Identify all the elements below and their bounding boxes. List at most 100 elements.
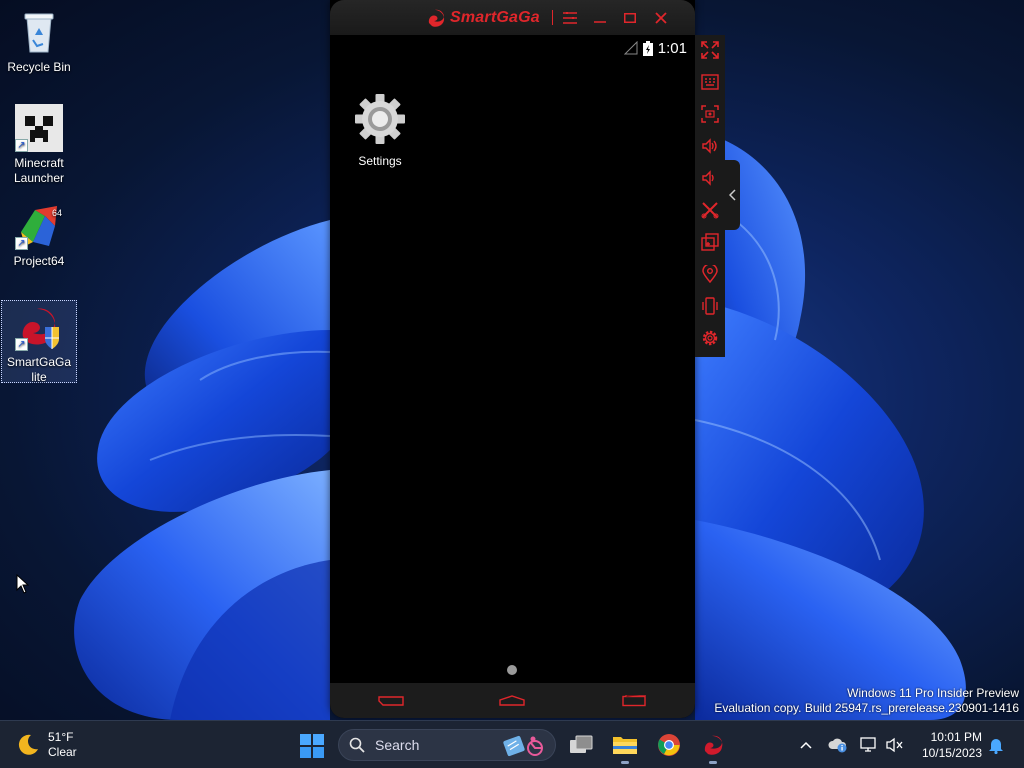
- taskbar-smartgaga[interactable]: [697, 729, 729, 764]
- volume-down-icon: [702, 170, 714, 186]
- taskbar: 51°F Clear Search 10:01 PM 10/15/2023: [0, 720, 1024, 768]
- settings-gear-icon: [702, 330, 718, 346]
- keyboard-button[interactable]: [698, 70, 722, 94]
- clock-date: 10/15/2023: [921, 746, 982, 760]
- mouse-cursor-icon: [16, 574, 30, 594]
- task-view-icon: [570, 735, 593, 753]
- screenshot-button[interactable]: [698, 102, 722, 126]
- multi-window-icon: [701, 233, 719, 251]
- home-button[interactable]: [497, 693, 527, 709]
- minimize-button[interactable]: [590, 8, 610, 28]
- maximize-button[interactable]: [620, 8, 640, 28]
- keyboard-icon: [701, 74, 719, 90]
- location-pin-icon: [702, 265, 718, 283]
- scissors-icon: [701, 202, 719, 219]
- search-highlight-icon: [503, 735, 543, 757]
- android-status-bar: 1:01: [623, 39, 687, 57]
- app-settings-label: Settings: [358, 154, 402, 168]
- folder-icon: [613, 737, 637, 754]
- search-icon: [349, 737, 365, 753]
- running-indicator: [621, 761, 629, 764]
- weather-temperature: 51°F: [48, 730, 74, 744]
- smartgaga-icon: ↗: [15, 303, 63, 351]
- shortcut-arrow-icon: ↗: [15, 237, 28, 250]
- vibrate-button[interactable]: [698, 294, 722, 318]
- volume-tray-button[interactable]: [885, 735, 905, 755]
- emulator-title: SmartGaGa: [450, 9, 540, 26]
- back-button[interactable]: [376, 693, 406, 709]
- volume-muted-icon: [886, 737, 903, 753]
- taskbar-chrome[interactable]: [653, 729, 685, 761]
- volume-down-button[interactable]: [698, 166, 722, 190]
- weather-description: Clear: [48, 745, 77, 759]
- desktop-icon-recycle-bin[interactable]: Recycle Bin: [1, 8, 77, 75]
- emulator-window[interactable]: SmartGaGa 1:01 Settings: [330, 0, 695, 718]
- sidebar-collapse-handle[interactable]: [725, 160, 740, 230]
- taskbar-search[interactable]: Search: [338, 729, 556, 761]
- back-icon: [378, 695, 404, 706]
- recycle-bin-icon: [15, 8, 63, 56]
- battery-charging-icon: [642, 40, 653, 56]
- minimize-icon: [594, 21, 606, 23]
- chevron-left-icon: [728, 189, 736, 201]
- start-button[interactable]: [299, 733, 325, 759]
- watermark-line1: Windows 11 Pro Insider Preview: [847, 686, 1019, 700]
- volume-up-button[interactable]: [698, 134, 722, 158]
- taskbar-clock[interactable]: 10:01 PM 10/15/2023: [912, 729, 982, 761]
- taskbar-file-explorer[interactable]: [609, 729, 641, 764]
- maximize-icon: [624, 13, 636, 23]
- network-tray-button[interactable]: [859, 735, 879, 755]
- recent-apps-icon: [622, 694, 647, 706]
- network-icon: [860, 737, 876, 752]
- emulator-sidebar: [695, 35, 725, 357]
- chevron-up-icon: [800, 741, 812, 749]
- chrome-icon: [658, 734, 680, 756]
- menu-button[interactable]: [560, 8, 580, 28]
- screenshot-icon: [701, 105, 719, 123]
- fullscreen-button[interactable]: [698, 38, 722, 62]
- app-settings[interactable]: Settings: [350, 93, 410, 168]
- onedrive-tray-button[interactable]: [828, 735, 848, 755]
- windows-evaluation-watermark: Windows 11 Pro Insider Preview Evaluatio…: [714, 686, 1019, 716]
- gear-icon: [355, 94, 405, 144]
- moon-icon: [18, 734, 38, 755]
- settings-button[interactable]: [698, 326, 722, 350]
- desktop-icon-project64[interactable]: 64 ↗ Project64: [1, 202, 77, 269]
- smartgaga-taskbar-icon: [704, 735, 723, 755]
- shortcut-arrow-icon: ↗: [15, 139, 28, 152]
- multi-instance-button[interactable]: [698, 230, 722, 254]
- signal-icon: [623, 41, 638, 55]
- location-button[interactable]: [698, 262, 722, 286]
- shake-button[interactable]: [698, 198, 722, 222]
- volume-up-icon: [702, 138, 717, 154]
- fullscreen-icon: [701, 41, 719, 59]
- page-indicator-dot: [507, 665, 517, 675]
- android-home-screen[interactable]: 1:01 Settings: [330, 35, 695, 683]
- minecraft-icon: ↗: [15, 104, 63, 152]
- weather-widget[interactable]: 51°F Clear: [16, 729, 77, 761]
- svg-text:64: 64: [52, 208, 62, 218]
- desktop-icon-label: SmartGaGa lite: [6, 355, 72, 384]
- vibrate-icon: [702, 297, 718, 315]
- status-time: 1:01: [657, 39, 687, 57]
- emulator-titlebar[interactable]: SmartGaGa: [330, 0, 695, 35]
- show-hidden-icons-button[interactable]: [796, 735, 816, 755]
- menu-icon: [563, 12, 577, 24]
- running-indicator: [709, 761, 717, 764]
- notifications-button[interactable]: [986, 735, 1006, 755]
- smartgaga-logo-icon: [428, 9, 445, 27]
- taskbar-task-view[interactable]: [565, 729, 597, 761]
- desktop-icon-minecraft-launcher[interactable]: ↗ Minecraft Launcher: [1, 104, 77, 186]
- desktop-icon-label: Project64: [13, 254, 65, 268]
- desktop-icon-label: Minecraft Launcher: [13, 156, 65, 185]
- desktop-icon-smartgaga-lite[interactable]: ↗ SmartGaGa lite: [1, 300, 77, 384]
- android-navbar: [330, 683, 695, 718]
- watermark-line2: Evaluation copy. Build 25947.rs_prerelea…: [714, 701, 1019, 715]
- cloud-info-icon: [828, 738, 847, 753]
- recent-apps-button[interactable]: [619, 693, 649, 709]
- close-button[interactable]: [651, 8, 671, 28]
- project64-icon: 64 ↗: [15, 202, 63, 250]
- desktop-icon-label: Recycle Bin: [7, 60, 71, 74]
- emulator-logo: SmartGaGa: [426, 7, 540, 29]
- shortcut-arrow-icon: ↗: [15, 338, 28, 351]
